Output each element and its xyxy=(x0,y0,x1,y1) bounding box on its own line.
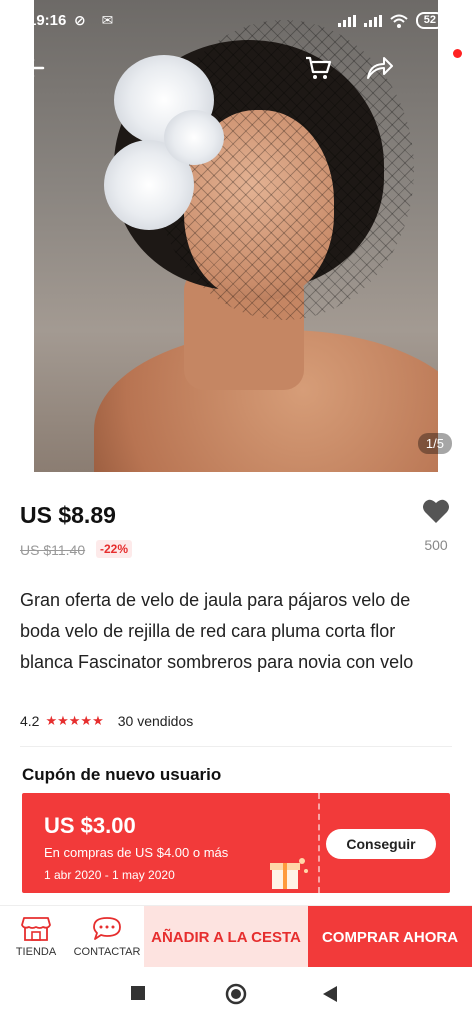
contact-label: CONTACTAR xyxy=(73,946,141,958)
coupon-condition: En compras de US $4.00 o más xyxy=(44,845,229,860)
coupon-dates: 1 abr 2020 - 1 may 2020 xyxy=(44,868,175,882)
cart-icon xyxy=(306,56,332,79)
cart-button[interactable] xyxy=(298,48,338,88)
wishlist-count: 500 xyxy=(424,537,448,553)
battery-indicator: 52 xyxy=(415,12,444,29)
more-icon xyxy=(441,57,447,79)
heart-icon xyxy=(423,499,449,523)
coupon-heading: Cupón de nuevo usuario xyxy=(22,765,222,784)
bottom-action-bar: TIENDA CONTACTAR AÑADIR A LA CESTA COMPR… xyxy=(0,905,472,968)
contact-button[interactable]: CONTACTAR xyxy=(72,906,142,968)
back-arrow-icon xyxy=(23,58,45,78)
status-bar: 19:16 ⊘ ✉ 52 xyxy=(0,0,472,40)
recents-button[interactable] xyxy=(130,985,146,1006)
signal-icon xyxy=(337,14,356,27)
notification-icons: ⊘ ✉ xyxy=(74,12,120,28)
add-to-cart-button[interactable]: AÑADIR A LA CESTA xyxy=(144,906,308,968)
wifi-icon xyxy=(390,14,408,28)
rating-value: 4.2 xyxy=(20,713,40,729)
chat-icon xyxy=(93,917,121,940)
share-button[interactable] xyxy=(360,48,400,88)
triangle-back-icon xyxy=(323,986,337,1002)
wishlist-button[interactable]: 500 xyxy=(418,498,454,553)
coupon-card: US $3.00 En compras de US $4.00 o más 1 … xyxy=(22,793,450,893)
status-time: 19:16 xyxy=(28,12,67,29)
sold-count: 30 vendidos xyxy=(117,713,194,729)
get-coupon-button[interactable]: Conseguir xyxy=(326,829,436,859)
product-title: Gran oferta de velo de jaula para pájaro… xyxy=(20,590,414,672)
store-label: TIENDA xyxy=(15,946,57,958)
rating-row[interactable]: 4.2 ★★★★★ 30 vendidos xyxy=(20,713,193,729)
square-icon xyxy=(131,986,145,1000)
system-nav-bar xyxy=(0,967,472,1024)
coupon-amount: US $3.00 xyxy=(44,813,136,838)
store-button[interactable]: TIENDA xyxy=(6,906,66,968)
back-button[interactable] xyxy=(14,48,54,88)
share-icon xyxy=(367,57,393,79)
back-nav-button[interactable] xyxy=(322,985,338,1008)
rating-stars: ★★★★★ xyxy=(45,713,104,728)
discount-badge: -22% xyxy=(96,540,133,558)
top-action-bar xyxy=(0,48,472,92)
circle-icon xyxy=(225,983,247,1005)
image-counter: 1/5 xyxy=(417,433,452,454)
store-icon xyxy=(21,917,51,941)
original-price: US $11.40 xyxy=(20,542,86,558)
product-price: US $8.89 xyxy=(20,502,116,528)
buy-now-button[interactable]: COMPRAR AHORA xyxy=(308,906,472,968)
notification-dot xyxy=(453,49,462,58)
signal-icon-2 xyxy=(363,14,382,27)
divider xyxy=(20,746,452,747)
home-button[interactable] xyxy=(225,983,247,1010)
gift-icon xyxy=(266,851,310,891)
